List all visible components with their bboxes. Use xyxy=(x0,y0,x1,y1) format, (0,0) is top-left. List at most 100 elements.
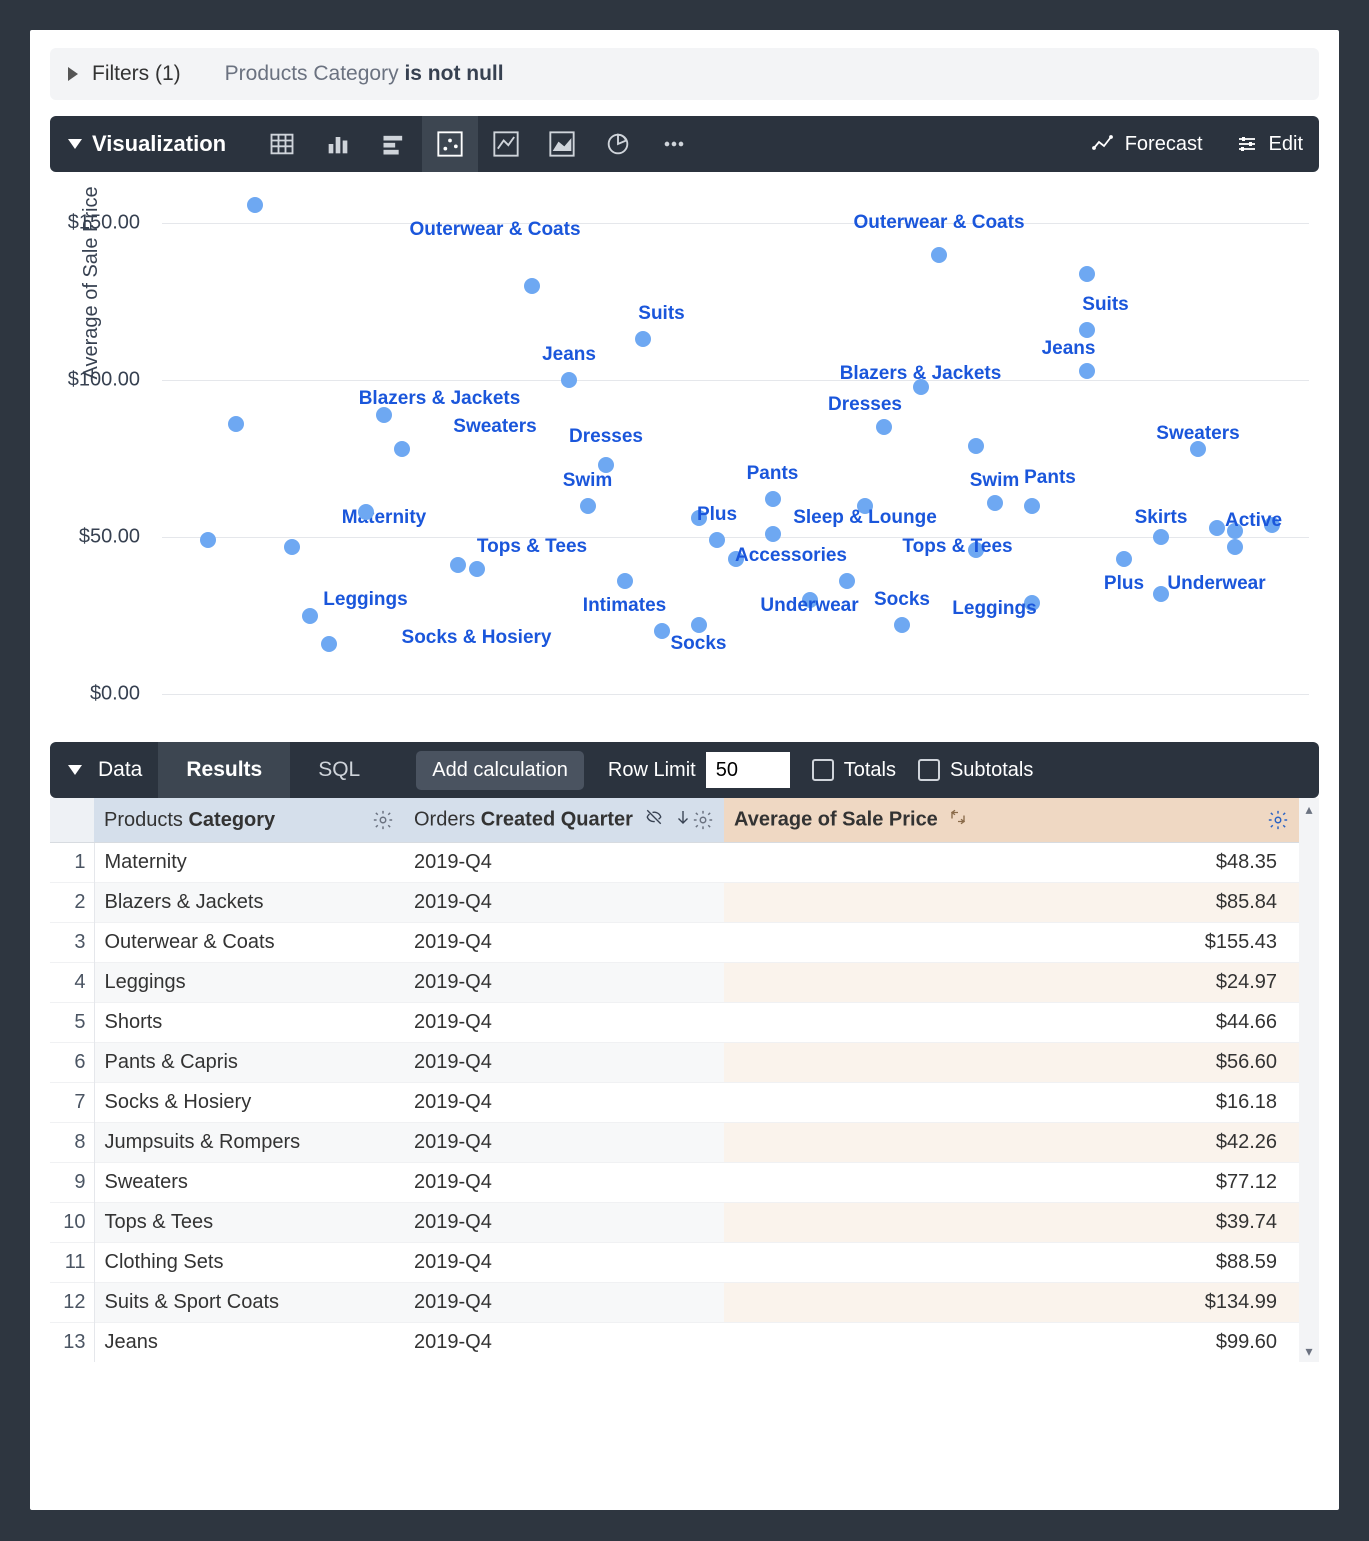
data-point[interactable] xyxy=(839,573,855,589)
data-point[interactable] xyxy=(1024,498,1040,514)
data-point[interactable] xyxy=(1079,322,1095,338)
data-point[interactable] xyxy=(617,573,633,589)
pie-chart-icon[interactable] xyxy=(590,116,646,172)
data-point[interactable] xyxy=(200,532,216,548)
data-point[interactable] xyxy=(635,331,651,347)
column-header-quarter[interactable]: Orders Created Quarter xyxy=(404,798,724,843)
gear-icon[interactable] xyxy=(372,809,394,831)
data-point[interactable] xyxy=(968,542,984,558)
data-point[interactable] xyxy=(394,441,410,457)
table-row[interactable]: 5Shorts2019-Q4$44.66 xyxy=(50,1003,1299,1043)
data-point[interactable] xyxy=(247,197,263,213)
area-chart-icon[interactable] xyxy=(534,116,590,172)
data-point[interactable] xyxy=(524,278,540,294)
data-point[interactable] xyxy=(284,539,300,555)
forecast-button[interactable]: Forecast xyxy=(1075,116,1219,172)
data-point[interactable] xyxy=(1190,441,1206,457)
gear-icon[interactable] xyxy=(1267,809,1289,831)
data-point[interactable] xyxy=(1153,529,1169,545)
data-point[interactable] xyxy=(376,407,392,423)
data-point[interactable] xyxy=(987,495,1003,511)
caret-down-icon[interactable] xyxy=(68,765,82,775)
data-point[interactable] xyxy=(1116,551,1132,567)
cell-quarter: 2019-Q4 xyxy=(404,1003,724,1043)
table-row[interactable]: 3Outerwear & Coats2019-Q4$155.43 xyxy=(50,923,1299,963)
table-row[interactable]: 6Pants & Capris2019-Q4$56.60 xyxy=(50,1043,1299,1083)
data-label: Outerwear & Coats xyxy=(409,219,580,241)
data-point[interactable] xyxy=(580,498,596,514)
data-point[interactable] xyxy=(691,510,707,526)
table-row[interactable]: 1Maternity2019-Q4$48.35 xyxy=(50,843,1299,883)
caret-down-icon[interactable] xyxy=(68,139,82,149)
data-point[interactable] xyxy=(691,617,707,633)
data-point[interactable] xyxy=(709,532,725,548)
data-point[interactable] xyxy=(302,608,318,624)
table-row[interactable]: 13Jeans2019-Q4$99.60 xyxy=(50,1323,1299,1363)
data-point[interactable] xyxy=(1153,586,1169,602)
tab-sql[interactable]: SQL xyxy=(290,742,388,798)
data-point[interactable] xyxy=(358,504,374,520)
column-chart-icon[interactable] xyxy=(310,116,366,172)
data-point[interactable] xyxy=(450,557,466,573)
data-point[interactable] xyxy=(228,416,244,432)
row-number: 13 xyxy=(50,1323,94,1363)
table-row[interactable]: 8Jumpsuits & Rompers2019-Q4$42.26 xyxy=(50,1123,1299,1163)
add-calculation-button[interactable]: Add calculation xyxy=(416,751,584,790)
data-point[interactable] xyxy=(1079,266,1095,282)
gear-icon[interactable] xyxy=(692,809,714,831)
subtotals-checkbox[interactable]: Subtotals xyxy=(918,759,1033,782)
table-row[interactable]: 10Tops & Tees2019-Q4$39.74 xyxy=(50,1203,1299,1243)
table-row[interactable]: 9Sweaters2019-Q4$77.12 xyxy=(50,1163,1299,1203)
data-point[interactable] xyxy=(857,498,873,514)
scroll-down-icon[interactable]: ▾ xyxy=(1299,1344,1319,1358)
cell-quarter: 2019-Q4 xyxy=(404,1243,724,1283)
data-point[interactable] xyxy=(765,491,781,507)
data-point[interactable] xyxy=(894,617,910,633)
data-point[interactable] xyxy=(1079,363,1095,379)
scatter-chart-icon[interactable] xyxy=(422,116,478,172)
totals-checkbox[interactable]: Totals xyxy=(812,759,896,782)
cell-value: $155.43 xyxy=(724,923,1299,963)
data-point[interactable] xyxy=(1209,520,1225,536)
edit-button[interactable]: Edit xyxy=(1219,116,1319,172)
column-header-category[interactable]: Products Category xyxy=(94,798,404,843)
row-number: 11 xyxy=(50,1243,94,1283)
bar-chart-icon[interactable] xyxy=(366,116,422,172)
data-point[interactable] xyxy=(321,636,337,652)
line-chart-icon[interactable] xyxy=(478,116,534,172)
cell-value: $24.97 xyxy=(724,963,1299,1003)
hidden-icon xyxy=(645,808,663,832)
table-icon[interactable] xyxy=(254,116,310,172)
scroll-up-icon[interactable]: ▴ xyxy=(1299,802,1319,816)
data-point[interactable] xyxy=(1227,523,1243,539)
table-row[interactable]: 2Blazers & Jackets2019-Q4$85.84 xyxy=(50,883,1299,923)
data-point[interactable] xyxy=(968,438,984,454)
data-point[interactable] xyxy=(876,419,892,435)
row-limit-input[interactable] xyxy=(706,752,790,788)
table-row[interactable]: 12Suits & Sport Coats2019-Q4$134.99 xyxy=(50,1283,1299,1323)
data-label: Suits xyxy=(638,303,684,325)
data-point[interactable] xyxy=(654,623,670,639)
table-row[interactable]: 11Clothing Sets2019-Q4$88.59 xyxy=(50,1243,1299,1283)
table-row[interactable]: 7Socks & Hosiery2019-Q4$16.18 xyxy=(50,1083,1299,1123)
data-point[interactable] xyxy=(728,551,744,567)
more-icon[interactable] xyxy=(646,116,702,172)
filters-bar[interactable]: Filters (1) Products Category is not nul… xyxy=(50,48,1319,100)
data-point[interactable] xyxy=(931,247,947,263)
data-point[interactable] xyxy=(1264,517,1280,533)
plot-area[interactable]: Outerwear & CoatsBlazers & JacketsMatern… xyxy=(162,192,1309,694)
data-point[interactable] xyxy=(802,592,818,608)
table-row[interactable]: 4Leggings2019-Q4$24.97 xyxy=(50,963,1299,1003)
data-point[interactable] xyxy=(469,561,485,577)
data-point[interactable] xyxy=(913,379,929,395)
data-label: Plus xyxy=(1104,573,1144,595)
data-point[interactable] xyxy=(561,372,577,388)
scrollbar[interactable]: ▴ ▾ xyxy=(1299,798,1319,1362)
data-point[interactable] xyxy=(1024,595,1040,611)
data-point[interactable] xyxy=(765,526,781,542)
column-header-avg-price[interactable]: Average of Sale Price xyxy=(724,798,1299,843)
data-point[interactable] xyxy=(598,457,614,473)
data-point[interactable] xyxy=(1227,539,1243,555)
tab-results[interactable]: Results xyxy=(158,742,290,798)
cell-category: Leggings xyxy=(94,963,404,1003)
